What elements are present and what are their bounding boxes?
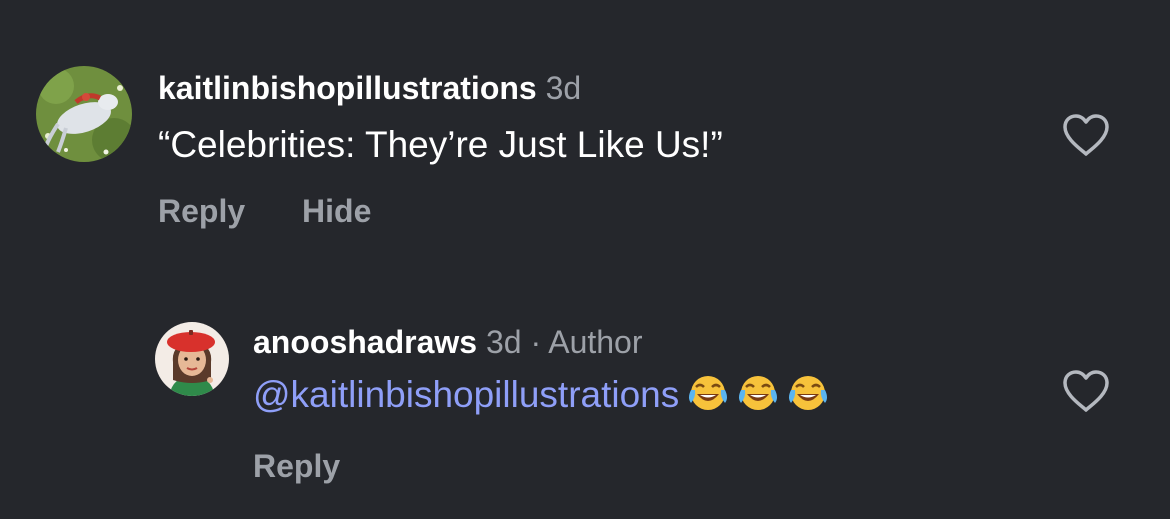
- username[interactable]: kaitlinbishopillustrations: [158, 70, 537, 106]
- tears-of-joy-emoji-icon: [687, 373, 729, 413]
- comment-header: kaitlinbishopillustrations 3d: [158, 68, 723, 108]
- username[interactable]: anooshadraws: [253, 324, 477, 360]
- reply-body: anooshadraws 3d · Author @kaitlinbishopi…: [253, 322, 829, 418]
- reply-comment: anooshadraws 3d · Author @kaitlinbishopi…: [0, 270, 1170, 519]
- heart-icon: [1063, 114, 1109, 156]
- author-badge: Author: [548, 324, 643, 360]
- timestamp: 3d: [545, 70, 582, 106]
- tears-of-joy-emoji-icon: [787, 373, 829, 413]
- reply-header: anooshadraws 3d · Author: [253, 322, 829, 362]
- separator-dot: ·: [530, 324, 542, 360]
- reply-text: @kaitlinbishopillustrations: [253, 372, 829, 418]
- mention-link[interactable]: @kaitlinbishopillustrations: [253, 374, 679, 415]
- reply-actions: Reply: [253, 448, 388, 485]
- comment: kaitlinbishopillustrations 3d “Celebriti…: [0, 0, 1170, 270]
- avatar[interactable]: [36, 66, 132, 162]
- reply-button[interactable]: Reply: [158, 193, 245, 230]
- comment-body: kaitlinbishopillustrations 3d “Celebriti…: [158, 68, 723, 168]
- like-button[interactable]: [1060, 112, 1112, 158]
- like-button[interactable]: [1060, 368, 1112, 414]
- reply-button[interactable]: Reply: [253, 448, 340, 485]
- red-beret-portrait-avatar-icon: [155, 322, 229, 396]
- hide-button[interactable]: Hide: [302, 193, 371, 230]
- avatar[interactable]: [155, 322, 229, 396]
- timestamp: 3d: [485, 324, 522, 360]
- tears-of-joy-emoji-icon: [737, 373, 779, 413]
- heart-icon: [1063, 370, 1109, 412]
- comment-text: “Celebrities: They’re Just Like Us!”: [158, 124, 723, 165]
- comment-thread: kaitlinbishopillustrations 3d “Celebriti…: [0, 0, 1170, 519]
- comment-actions: Reply Hide: [158, 193, 419, 230]
- horse-illustration-avatar-icon: [36, 66, 132, 162]
